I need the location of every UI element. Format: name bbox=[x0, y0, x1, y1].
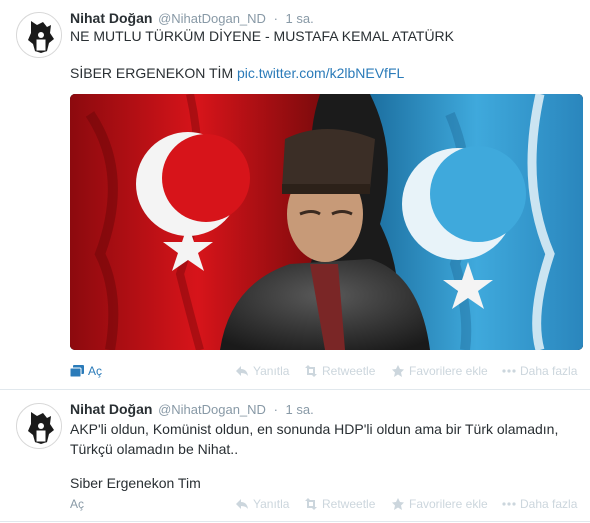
media-link[interactable]: pic.twitter.com/k2lbNEVfFL bbox=[237, 65, 404, 81]
reply-icon bbox=[236, 499, 248, 509]
tweet-header: Nihat Doğan @NihatDogan_ND · 1 sa. bbox=[70, 10, 314, 26]
reply-label: Yanıtla bbox=[253, 364, 290, 378]
reply-label: Yanıtla bbox=[253, 497, 290, 511]
expand-label: Aç bbox=[70, 497, 85, 511]
flags-portrait-image bbox=[70, 94, 583, 350]
timestamp[interactable]: 1 sa. bbox=[286, 402, 314, 417]
wolf-logo-icon bbox=[17, 13, 61, 57]
more-label: Daha fazla bbox=[520, 364, 578, 378]
author-name[interactable]: Nihat Doğan bbox=[70, 401, 152, 417]
reply-icon bbox=[236, 366, 248, 376]
author-name[interactable]: Nihat Doğan bbox=[70, 10, 152, 26]
retweet-icon bbox=[305, 498, 317, 510]
expand-button[interactable]: Aç bbox=[70, 497, 84, 511]
retweet-icon bbox=[305, 365, 317, 377]
avatar[interactable] bbox=[16, 403, 62, 449]
reply-button[interactable]: Yanıtla bbox=[235, 497, 289, 511]
retweet-button[interactable]: Retweetle bbox=[304, 364, 375, 378]
photo-icon bbox=[70, 365, 84, 377]
timestamp[interactable]: 1 sa. bbox=[286, 11, 314, 26]
author-username[interactable]: @NihatDogan_ND bbox=[158, 11, 266, 26]
favorite-label: Favorilere ekle bbox=[409, 497, 488, 511]
expand-button[interactable]: Aç bbox=[70, 364, 102, 378]
more-label: Daha fazla bbox=[520, 497, 578, 511]
more-dots-icon bbox=[502, 502, 516, 506]
tweet-signature: SİBER ERGENEKON TİM bbox=[70, 65, 234, 81]
tweet-media-image[interactable] bbox=[70, 94, 583, 350]
star-icon bbox=[392, 498, 404, 510]
tweet-header: Nihat Doğan @NihatDogan_ND · 1 sa. bbox=[70, 401, 314, 417]
author-username[interactable]: @NihatDogan_ND bbox=[158, 402, 266, 417]
tweet[interactable]: Nihat Doğan @NihatDogan_ND · 1 sa. AKP'l… bbox=[0, 391, 590, 522]
star-icon bbox=[392, 365, 404, 377]
retweet-label: Retweetle bbox=[322, 364, 376, 378]
favorite-button[interactable]: Favorilere ekle bbox=[391, 497, 488, 511]
tweet-actions: Aç Yanıtla Retweetle Favorilere ekle Dah… bbox=[70, 497, 582, 515]
wolf-logo-icon bbox=[17, 404, 61, 448]
tweet-text-line: NE MUTLU TÜRKÜM DİYENE - MUSTAFA KEMAL A… bbox=[70, 28, 455, 44]
more-button[interactable]: Daha fazla bbox=[502, 497, 577, 511]
tweet[interactable]: Nihat Doğan @NihatDogan_ND · 1 sa. NE MU… bbox=[0, 0, 590, 390]
separator: · bbox=[273, 402, 278, 417]
tweet-text-line: Siber Ergenekon Tim bbox=[70, 475, 201, 491]
more-dots-icon bbox=[502, 369, 516, 373]
avatar[interactable] bbox=[16, 12, 62, 58]
favorite-label: Favorilere ekle bbox=[409, 364, 488, 378]
favorite-button[interactable]: Favorilere ekle bbox=[391, 364, 488, 378]
more-button[interactable]: Daha fazla bbox=[502, 364, 577, 378]
tweet-actions: Aç Yanıtla Retweetle Favorilere ekle Dah… bbox=[70, 364, 582, 382]
separator: · bbox=[273, 11, 278, 26]
retweet-label: Retweetle bbox=[322, 497, 376, 511]
tweet-text-line: SİBER ERGENEKON TİM pic.twitter.com/k2lb… bbox=[70, 64, 404, 83]
tweet-text-line: Türkçü olamadın be Nihat.. bbox=[70, 441, 239, 457]
reply-button[interactable]: Yanıtla bbox=[235, 364, 289, 378]
retweet-button[interactable]: Retweetle bbox=[304, 497, 375, 511]
tweet-text-line: AKP'li oldun, Komünist oldun, en sonunda… bbox=[70, 421, 559, 437]
expand-label: Aç bbox=[88, 364, 103, 378]
